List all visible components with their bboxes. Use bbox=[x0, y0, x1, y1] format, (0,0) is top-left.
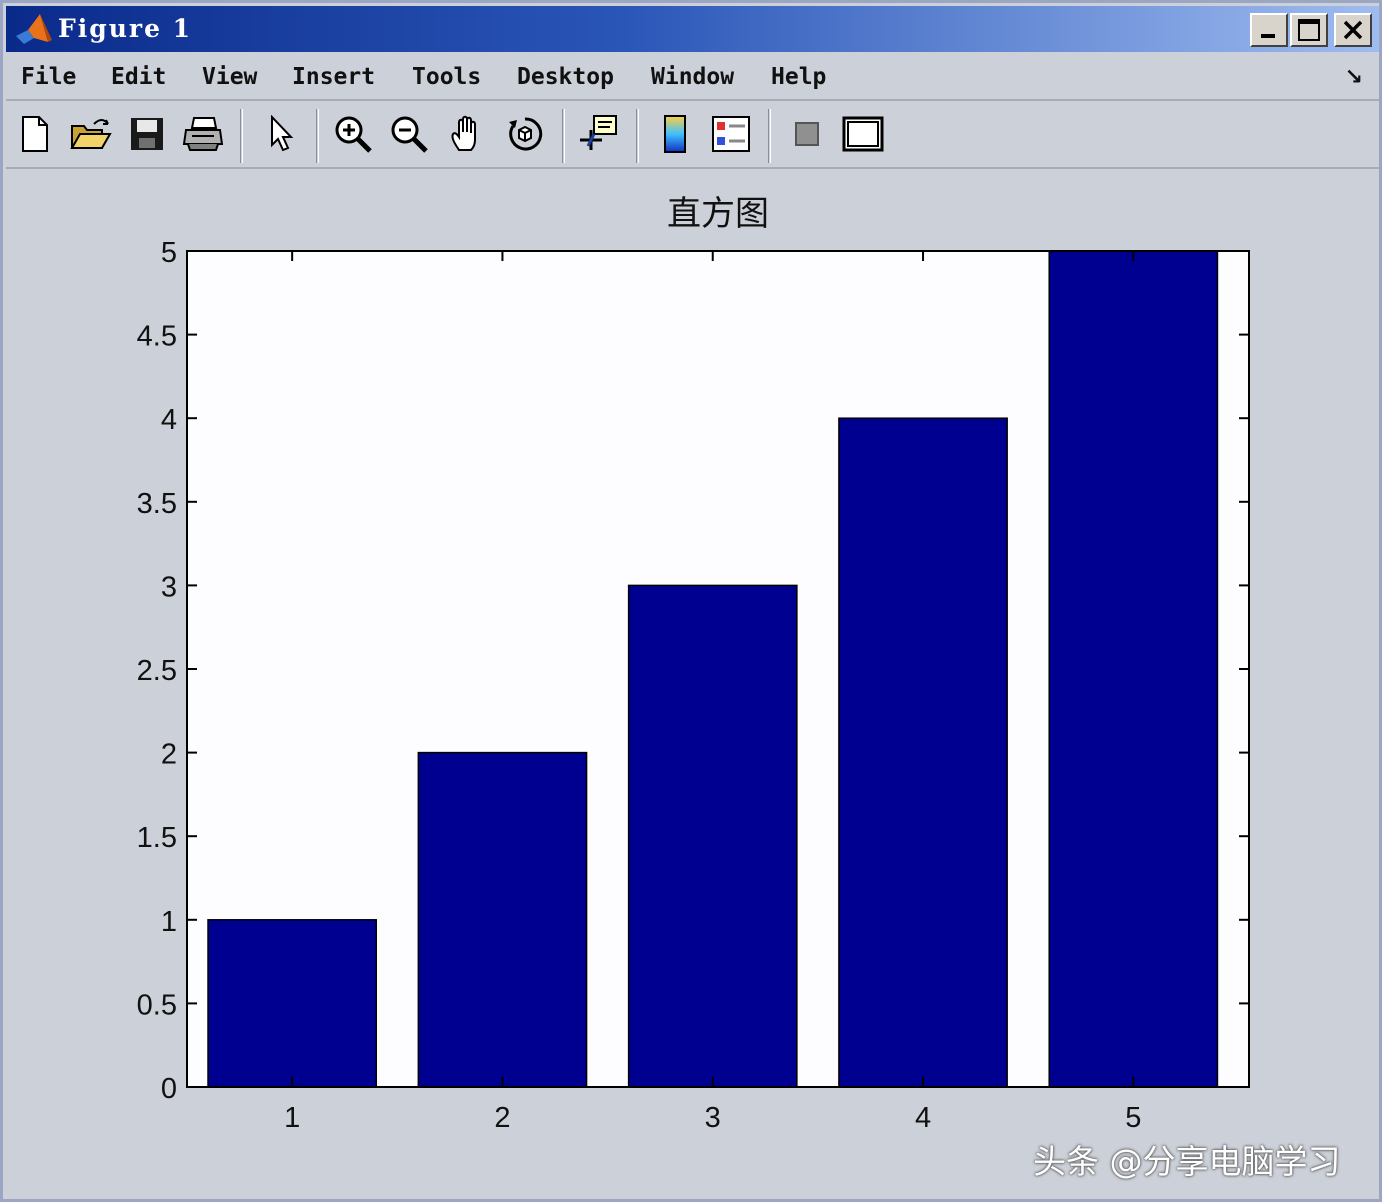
dock-figure-icon[interactable]: ↘ bbox=[1345, 65, 1363, 90]
y-tick-label: 1.5 bbox=[137, 822, 177, 854]
y-tick-label: 4 bbox=[161, 404, 177, 436]
data-cursor-icon bbox=[580, 115, 617, 150]
toolbar-separator bbox=[562, 109, 565, 163]
x-tick-label: 3 bbox=[705, 1102, 721, 1134]
zoom-out-icon bbox=[391, 116, 428, 153]
menu-insert[interactable]: Insert bbox=[292, 64, 375, 90]
y-tick-label: 5 bbox=[161, 237, 177, 269]
zoom-out-button[interactable] bbox=[386, 111, 432, 157]
insert-legend-button[interactable] bbox=[708, 111, 754, 157]
print-icon bbox=[182, 117, 224, 151]
print-button[interactable] bbox=[180, 111, 226, 157]
open-file-icon bbox=[70, 119, 112, 149]
y-tick-label: 2.5 bbox=[137, 655, 177, 687]
bar-2[interactable] bbox=[417, 751, 588, 1088]
save-icon bbox=[131, 118, 163, 150]
maximize-button[interactable] bbox=[1290, 13, 1328, 47]
save-button[interactable] bbox=[124, 111, 170, 157]
data-cursor-button[interactable] bbox=[576, 111, 622, 157]
edit-plot-button[interactable] bbox=[258, 111, 304, 157]
figure-window: Figure 1 File Edit View Insert Tools Des… bbox=[0, 0, 1382, 1202]
chart-title: 直方图 bbox=[667, 194, 769, 234]
x-tick-label: 5 bbox=[1125, 1102, 1141, 1134]
x-tick-label: 1 bbox=[284, 1102, 300, 1134]
close-button[interactable] bbox=[1334, 13, 1372, 47]
matlab-logo-icon bbox=[16, 14, 52, 44]
window-title: Figure 1 bbox=[58, 14, 193, 43]
rotate-3d-icon bbox=[509, 117, 543, 151]
insert-colorbar-button[interactable] bbox=[652, 111, 698, 157]
open-file-button[interactable] bbox=[68, 111, 114, 157]
colorbar-icon bbox=[664, 115, 686, 153]
zoom-in-icon bbox=[335, 116, 372, 153]
toolbar-separator bbox=[316, 109, 319, 163]
y-tick-label: 4.5 bbox=[137, 321, 177, 353]
pan-button[interactable] bbox=[444, 111, 490, 157]
menu-file[interactable]: File bbox=[21, 64, 76, 90]
hide-plot-tools-icon bbox=[795, 122, 819, 146]
watermark-text: 头条 @分享电脑学习 bbox=[1033, 1142, 1341, 1181]
zoom-in-button[interactable] bbox=[330, 111, 376, 157]
y-tick-label: 1 bbox=[161, 906, 177, 938]
x-tick-label: 2 bbox=[494, 1102, 510, 1134]
menu-bar: File Edit View Insert Tools Desktop Wind… bbox=[6, 55, 1379, 101]
show-plot-tools-button[interactable] bbox=[840, 111, 886, 157]
new-figure-icon bbox=[22, 116, 48, 152]
close-icon bbox=[1343, 20, 1363, 40]
y-tick-label: 0 bbox=[161, 1073, 177, 1105]
y-tick-label: 0.5 bbox=[137, 989, 177, 1021]
legend-icon bbox=[712, 116, 750, 152]
toolbar-separator bbox=[240, 109, 243, 163]
figure-toolbar bbox=[6, 103, 1379, 169]
bar-1[interactable] bbox=[207, 919, 378, 1088]
bar-chart: 0 0.5 1 1.5 2 2.5 3 3.5 4 4.5 5 1 2 3 4 5 直方图 bbox=[137, 194, 1250, 1134]
minimize-button[interactable] bbox=[1250, 13, 1288, 47]
bar-4[interactable] bbox=[838, 417, 1008, 1088]
y-tick-label: 2 bbox=[161, 739, 177, 771]
show-plot-tools-icon bbox=[842, 116, 884, 152]
menu-edit[interactable]: Edit bbox=[111, 64, 166, 90]
title-bar[interactable]: Figure 1 bbox=[6, 6, 1379, 52]
edit-plot-arrow-icon bbox=[271, 115, 294, 152]
new-figure-button[interactable] bbox=[12, 111, 58, 157]
menu-tools[interactable]: Tools bbox=[412, 64, 481, 90]
toolbar-separator bbox=[768, 109, 771, 163]
menu-view[interactable]: View bbox=[202, 64, 257, 90]
menu-help[interactable]: Help bbox=[771, 64, 826, 90]
bar-3[interactable] bbox=[627, 584, 798, 1088]
pan-hand-icon bbox=[451, 115, 476, 151]
bar-5[interactable] bbox=[1048, 250, 1219, 1088]
hide-plot-tools-button[interactable] bbox=[784, 111, 830, 157]
toolbar-separator bbox=[636, 109, 639, 163]
menu-desktop[interactable]: Desktop bbox=[517, 64, 614, 90]
y-tick-label: 3.5 bbox=[137, 488, 177, 520]
maximize-icon bbox=[1298, 19, 1320, 41]
y-tick-label: 3 bbox=[161, 571, 177, 603]
menu-window[interactable]: Window bbox=[651, 64, 734, 90]
minimize-icon bbox=[1261, 34, 1275, 38]
x-tick-label: 4 bbox=[915, 1102, 931, 1134]
rotate-3d-button[interactable] bbox=[502, 111, 548, 157]
